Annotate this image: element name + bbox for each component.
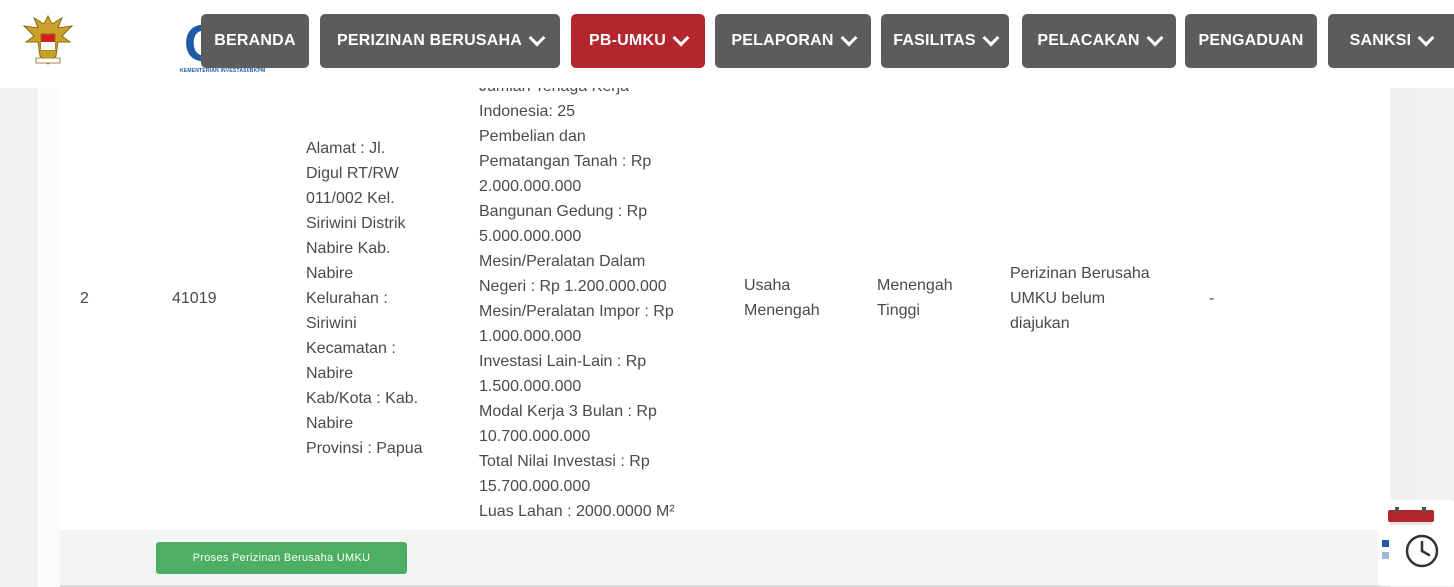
risk-level-cell: Menengah Tinggi bbox=[877, 277, 953, 319]
umku-status-cell: Perizinan Berusaha UMKU belum diajukan bbox=[1010, 265, 1150, 332]
extra-cell: - bbox=[1209, 290, 1215, 307]
chevron-down-icon bbox=[528, 29, 546, 47]
proses-perizinan-umku-button[interactable]: Proses Perizinan Berusaha UMKU bbox=[156, 542, 407, 574]
chevron-down-icon bbox=[1146, 29, 1164, 47]
garuda-emblem-icon bbox=[22, 14, 74, 65]
nav-perizinan-berusaha[interactable]: PERIZINAN BERUSAHA bbox=[320, 14, 560, 68]
investment-cell: Jumlah Tenaga Kerja Indonesia: 25 Pembel… bbox=[479, 74, 675, 524]
nav-pengaduan[interactable]: PENGADUAN bbox=[1185, 14, 1317, 68]
row-number: 2 bbox=[80, 290, 89, 307]
nav-pelaporan[interactable]: PELAPORAN bbox=[715, 14, 871, 68]
business-scale-cell: Usaha Menengah bbox=[744, 277, 820, 319]
chevron-down-icon bbox=[982, 29, 1000, 47]
oss-logo-subtitle: KEMENTERIAN INVESTASI/BKPM bbox=[180, 68, 266, 74]
nav-fasilitas[interactable]: FASILITAS bbox=[881, 14, 1009, 68]
nav-beranda[interactable]: BERANDA bbox=[201, 14, 309, 68]
table-row bbox=[60, 88, 1390, 531]
top-navbar: OSS KEMENTERIAN INVESTASI/BKPM BERANDA P… bbox=[0, 0, 1454, 88]
chevron-down-icon bbox=[672, 29, 690, 47]
oss-logo[interactable]: OSS KEMENTERIAN INVESTASI/BKPM bbox=[88, 10, 290, 74]
nav-pb-umku[interactable]: PB-UMKU bbox=[571, 14, 705, 68]
address-cell: Alamat : Jl. Digul RT/RW 011/002 Kel. Si… bbox=[306, 140, 423, 457]
calendar-clock-icon[interactable] bbox=[1368, 498, 1454, 587]
nav-pelacakan[interactable]: PELACAKAN bbox=[1022, 14, 1176, 68]
kbli-code: 41019 bbox=[172, 290, 217, 307]
nav-sanksi[interactable]: SANKSI bbox=[1328, 14, 1454, 68]
chevron-down-icon bbox=[1417, 29, 1435, 47]
chevron-down-icon bbox=[840, 29, 858, 47]
